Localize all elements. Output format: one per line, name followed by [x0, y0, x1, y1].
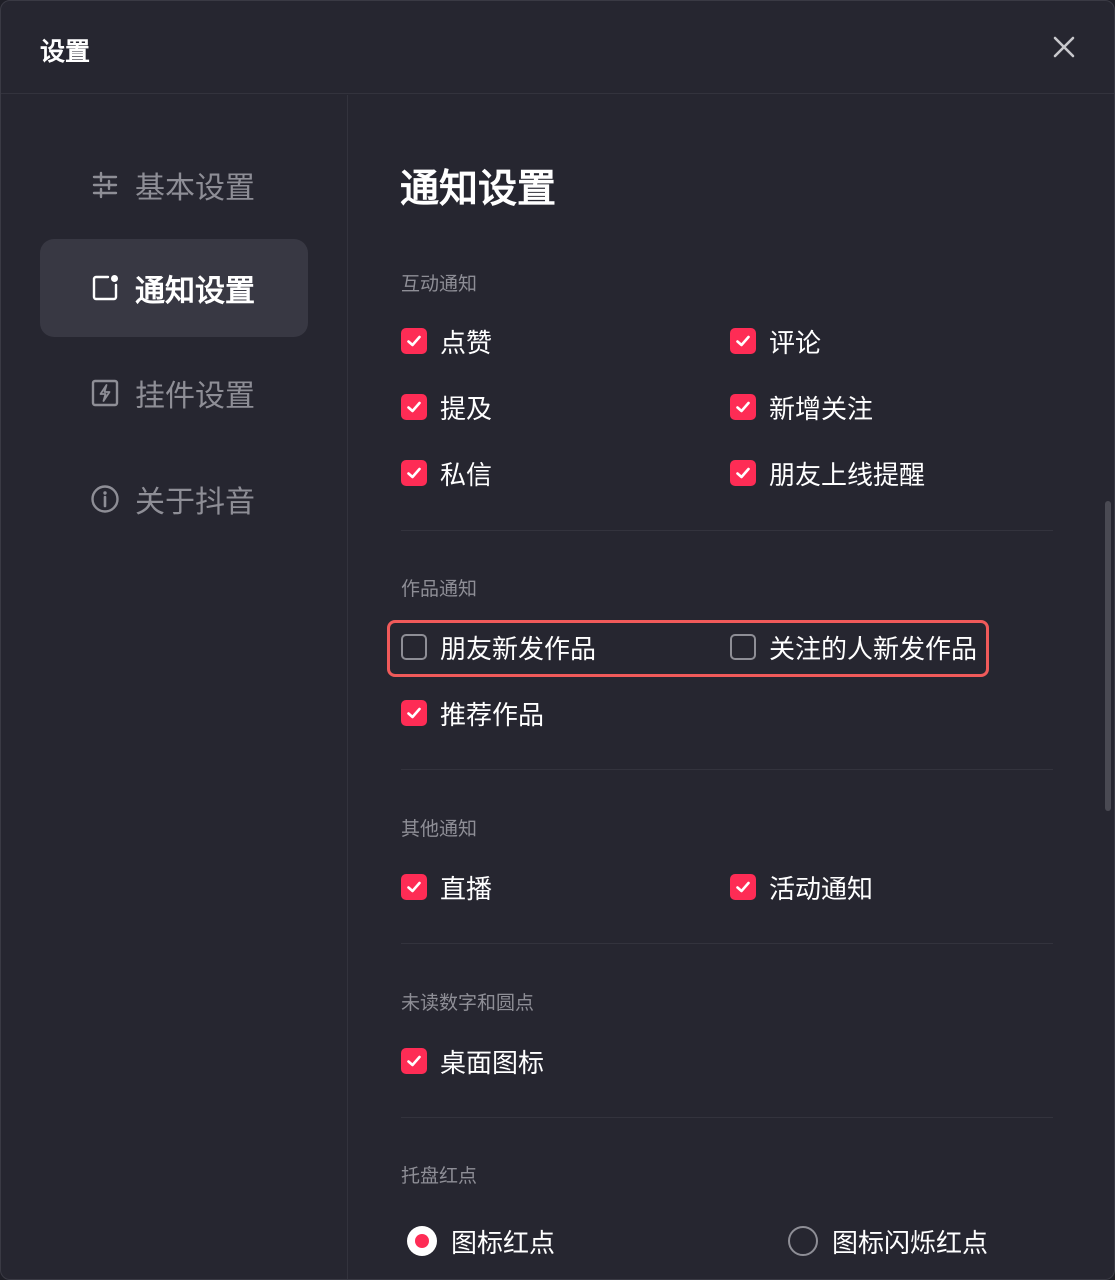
checkbox-recommended-works[interactable]: 推荐作品	[401, 696, 545, 731]
close-icon	[1053, 36, 1075, 58]
option-label: 推荐作品	[440, 700, 545, 731]
checkbox-checked[interactable]	[401, 700, 427, 726]
radio-selected[interactable]	[407, 1226, 437, 1256]
checkbox-desktop-icon[interactable]: 桌面图标	[401, 1044, 545, 1079]
scrollbar[interactable]	[1105, 501, 1111, 811]
option-label: 活动通知	[769, 874, 874, 905]
divider	[401, 769, 1053, 770]
option-label: 私信	[440, 460, 493, 491]
option-label: 提及	[440, 394, 493, 425]
divider	[401, 943, 1053, 944]
sidebar: 基本设置 通知设置 挂件设置 关于抖音	[1, 95, 348, 1279]
info-icon	[91, 485, 119, 513]
section-title-works: 作品通知	[401, 578, 478, 600]
checkbox-live[interactable]: 直播	[401, 870, 493, 905]
divider	[401, 530, 1053, 531]
checkbox-checked[interactable]	[401, 1048, 427, 1074]
checkbox-checked[interactable]	[730, 874, 756, 900]
settings-window: 设置 基本设置 通知设置 挂件设置 关于抖音 通知设置 互动通知 点赞 评论 提…	[0, 0, 1115, 1280]
check-icon	[407, 1055, 421, 1067]
checkbox-checked[interactable]	[730, 460, 756, 486]
check-icon	[736, 401, 750, 413]
sidebar-item-label: 关于抖音	[135, 485, 255, 520]
notification-icon	[92, 275, 118, 301]
widget-icon	[91, 379, 119, 407]
section-title-tray: 托盘红点	[401, 1165, 478, 1187]
checkbox-comments[interactable]: 评论	[730, 324, 822, 359]
radio-icon-red-dot[interactable]: 图标红点	[407, 1224, 556, 1259]
option-label: 桌面图标	[440, 1048, 545, 1079]
window-title: 设置	[40, 37, 91, 66]
section-title-other: 其他通知	[401, 818, 478, 840]
section-title-interaction: 互动通知	[401, 273, 478, 295]
highlight-box	[387, 620, 989, 677]
notification-settings-panel: 通知设置 互动通知 点赞 评论 提及 新增关注 私信 朋友上线提醒 作品通知 朋…	[349, 95, 1104, 1279]
checkbox-checked[interactable]	[730, 394, 756, 420]
checkbox-friend-online[interactable]: 朋友上线提醒	[730, 456, 926, 491]
radio-dot	[415, 1234, 429, 1248]
check-icon	[407, 401, 421, 413]
radio-icon-blinking-red-dot[interactable]: 图标闪烁红点	[788, 1224, 989, 1259]
sidebar-item-label: 基本设置	[135, 171, 255, 206]
check-icon	[407, 881, 421, 893]
checkbox-checked[interactable]	[401, 328, 427, 354]
check-icon	[736, 335, 750, 347]
checkbox-mentions[interactable]: 提及	[401, 390, 493, 425]
sidebar-item-label: 挂件设置	[135, 379, 255, 414]
check-icon	[407, 335, 421, 347]
radio-unselected[interactable]	[788, 1226, 818, 1256]
close-button[interactable]	[1046, 29, 1082, 65]
sidebar-item-basic[interactable]: 基本设置	[40, 136, 308, 234]
option-label: 点赞	[440, 328, 493, 359]
checkbox-checked[interactable]	[401, 874, 427, 900]
checkbox-checked[interactable]	[401, 460, 427, 486]
sliders-icon	[92, 171, 118, 199]
section-title-unread: 未读数字和圆点	[401, 992, 535, 1014]
checkbox-activity[interactable]: 活动通知	[730, 870, 874, 905]
checkbox-direct-messages[interactable]: 私信	[401, 456, 493, 491]
page-title: 通知设置	[400, 167, 557, 212]
sidebar-item-about[interactable]: 关于抖音	[40, 450, 308, 548]
option-label: 直播	[440, 874, 493, 905]
check-icon	[407, 467, 421, 479]
check-icon	[736, 881, 750, 893]
sidebar-item-label: 通知设置	[135, 274, 255, 309]
option-label: 朋友上线提醒	[769, 460, 926, 491]
check-icon	[407, 707, 421, 719]
checkbox-likes[interactable]: 点赞	[401, 324, 493, 359]
check-icon	[736, 467, 750, 479]
sidebar-item-widgets[interactable]: 挂件设置	[40, 344, 308, 442]
option-label: 新增关注	[769, 394, 874, 425]
title-bar: 设置	[1, 1, 1114, 94]
option-label: 图标红点	[451, 1228, 556, 1259]
option-label: 图标闪烁红点	[832, 1228, 989, 1259]
checkbox-checked[interactable]	[401, 394, 427, 420]
divider	[401, 1117, 1053, 1118]
checkbox-new-followers[interactable]: 新增关注	[730, 390, 874, 425]
checkbox-checked[interactable]	[730, 328, 756, 354]
sidebar-item-notifications[interactable]: 通知设置	[40, 239, 308, 337]
option-label: 评论	[769, 328, 822, 359]
